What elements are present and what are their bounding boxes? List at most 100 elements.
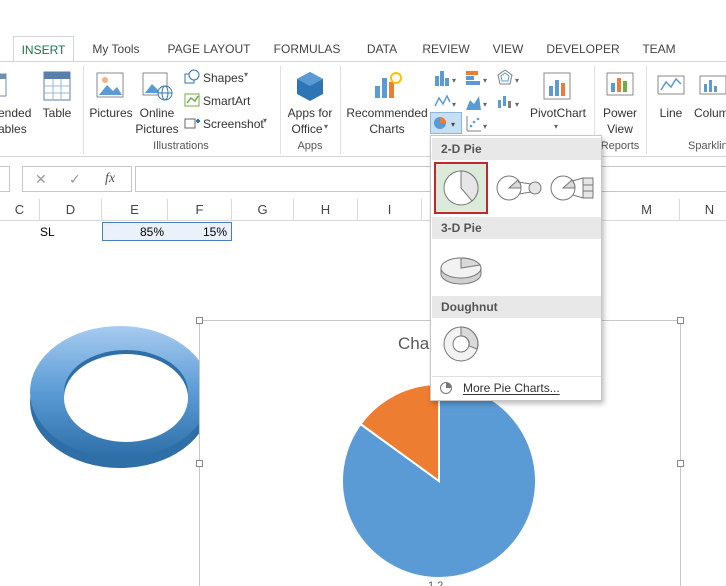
apps-dropdown-icon: ▾ [324,122,329,131]
smartart-button[interactable]: SmartArt [184,92,266,110]
section-3d-pie: 3-D Pie [432,217,601,239]
ribbon: ended ables Table Pictures Online Pictur… [0,61,726,157]
cell-f1[interactable]: 15% [168,225,227,239]
table-button[interactable]: Table [38,68,76,138]
recommended-pivottables-button[interactable]: ended ables [0,68,36,138]
column-header-i[interactable]: I [358,199,422,221]
shapes-dropdown-icon: ▾ [244,70,249,79]
chart-resize-handle[interactable] [677,317,684,324]
svg-text:▾: ▾ [483,76,487,85]
bar-chart-icon: ▾ [466,71,487,85]
tab-team[interactable]: TEAM [636,36,682,62]
tab-review[interactable]: REVIEW [419,36,473,62]
pivot-table-icon [0,73,7,97]
smartart-label: SmartArt [203,94,251,108]
bar-chart-button[interactable]: ▾ [464,68,490,88]
svg-text:▾: ▾ [515,100,519,109]
pie-option-2d[interactable] [434,162,488,214]
power-view-label-2: View [607,122,633,136]
illustrations-group-label: Illustrations [153,140,209,152]
cancel-icon[interactable]: ✕ [35,171,47,188]
svg-text:▾: ▾ [452,76,456,85]
tab-formulas[interactable]: FORMULAS [270,36,344,62]
column-chart-icon: ▾ [435,71,456,86]
formula-bar: ✕ ✓ fx [0,166,726,194]
radar-chart-icon: ▾ [497,69,519,85]
recommended-tables-label-2: ables [0,122,27,136]
chart-resize-handle[interactable] [677,460,684,467]
formula-buttons: ✕ ✓ fx [22,166,132,192]
line-chart-button[interactable]: ▾ [433,92,459,112]
doughnut-option[interactable] [436,320,486,368]
column-header-g[interactable]: G [232,199,294,221]
column-header-f[interactable]: F [168,199,232,221]
tab-view[interactable]: VIEW [488,36,528,62]
radar-chart-button[interactable]: ▾ [496,68,522,88]
table-icon [43,71,71,101]
tab-page-layout[interactable]: PAGE LAYOUT [164,36,254,62]
insert-function-icon[interactable]: fx [105,171,115,187]
column-header-c[interactable]: C [0,199,40,221]
pivotchart-button[interactable]: PivotChart ▾ [526,68,590,138]
column-chart-button[interactable]: ▾ [433,68,459,88]
stock-chart-button[interactable]: ▾ [496,92,522,112]
column-header-n[interactable]: N [680,199,726,221]
line-sparkline-icon [657,75,685,95]
apps-for-office-label-1: Apps for [287,106,333,120]
column-sparkline-button[interactable]: Colum [692,68,726,138]
online-pictures-button[interactable]: Online Pictures [134,68,180,138]
tab-data[interactable]: DATA [360,36,404,62]
pie-chart-button[interactable]: ▾ [430,112,462,134]
power-view-button[interactable]: Power View [598,68,642,138]
pie-of-pie-option[interactable] [493,164,543,212]
column-sparkline-icon [699,75,726,95]
recommended-charts-button[interactable]: Recommended Charts [344,68,430,138]
group-separator [340,66,341,154]
tab-insert[interactable]: INSERT [13,36,74,63]
area-chart-button[interactable]: ▾ [464,92,490,112]
column-header-e[interactable]: E [102,199,168,221]
pie-small-icon [440,382,452,394]
screenshot-label: Screenshot [203,117,264,131]
svg-text:▾: ▾ [451,120,455,129]
column-header-m[interactable]: M [614,199,680,221]
tab-developer[interactable]: DEVELOPER [544,36,622,62]
recommended-charts-icon [375,72,402,98]
doughnut-3d-shape[interactable] [28,318,208,478]
chart-legend-partial: 1 2 [428,580,444,586]
cell-d1[interactable]: SL [40,225,55,239]
column-header-h[interactable]: H [294,199,358,221]
pictures-button[interactable]: Pictures [88,68,134,138]
name-box[interactable] [0,166,10,192]
pivotchart-icon [543,72,571,100]
line-sparkline-button[interactable]: Line [652,68,690,138]
cell-e1[interactable]: 85% [102,225,164,239]
pie-3d-option[interactable] [436,242,486,290]
more-pie-charts-label: More Pie Charts... [463,381,560,395]
power-view-label-1: Power [602,106,637,120]
svg-text:▾: ▾ [483,100,487,109]
screenshot-button[interactable]: Screenshot ▾ [184,115,274,133]
column-header-d[interactable]: D [40,199,102,221]
chart-resize-handle[interactable] [196,317,203,324]
pie-of-pie-icon [496,175,542,201]
section-2d-pie: 2-D Pie [432,138,601,160]
scatter-chart-button[interactable]: ▾ [464,114,490,134]
shapes-button[interactable]: Shapes ▾ [184,69,266,87]
tab-my-tools[interactable]: My Tools [84,36,148,62]
svg-text:▾: ▾ [515,76,519,85]
svg-text:▾: ▾ [452,100,456,109]
ribbon-tabs: INSERT My Tools PAGE LAYOUT FORMULAS DAT… [0,36,726,63]
recommended-charts-label-1: Recommended [346,106,428,120]
enter-icon[interactable]: ✓ [69,171,81,188]
pie-chart-icon: ▾ [434,117,455,129]
apps-for-office-button[interactable]: Apps for Office ▾ [284,68,336,138]
chart-resize-handle[interactable] [196,460,203,467]
shapes-label: Shapes [203,71,244,85]
online-pictures-label-2: Pictures [135,122,179,136]
group-separator [280,66,281,154]
bar-of-pie-option[interactable] [547,164,599,212]
table-label: Table [42,106,72,120]
pictures-icon [96,72,124,98]
more-pie-charts-item[interactable]: More Pie Charts... [432,376,601,398]
